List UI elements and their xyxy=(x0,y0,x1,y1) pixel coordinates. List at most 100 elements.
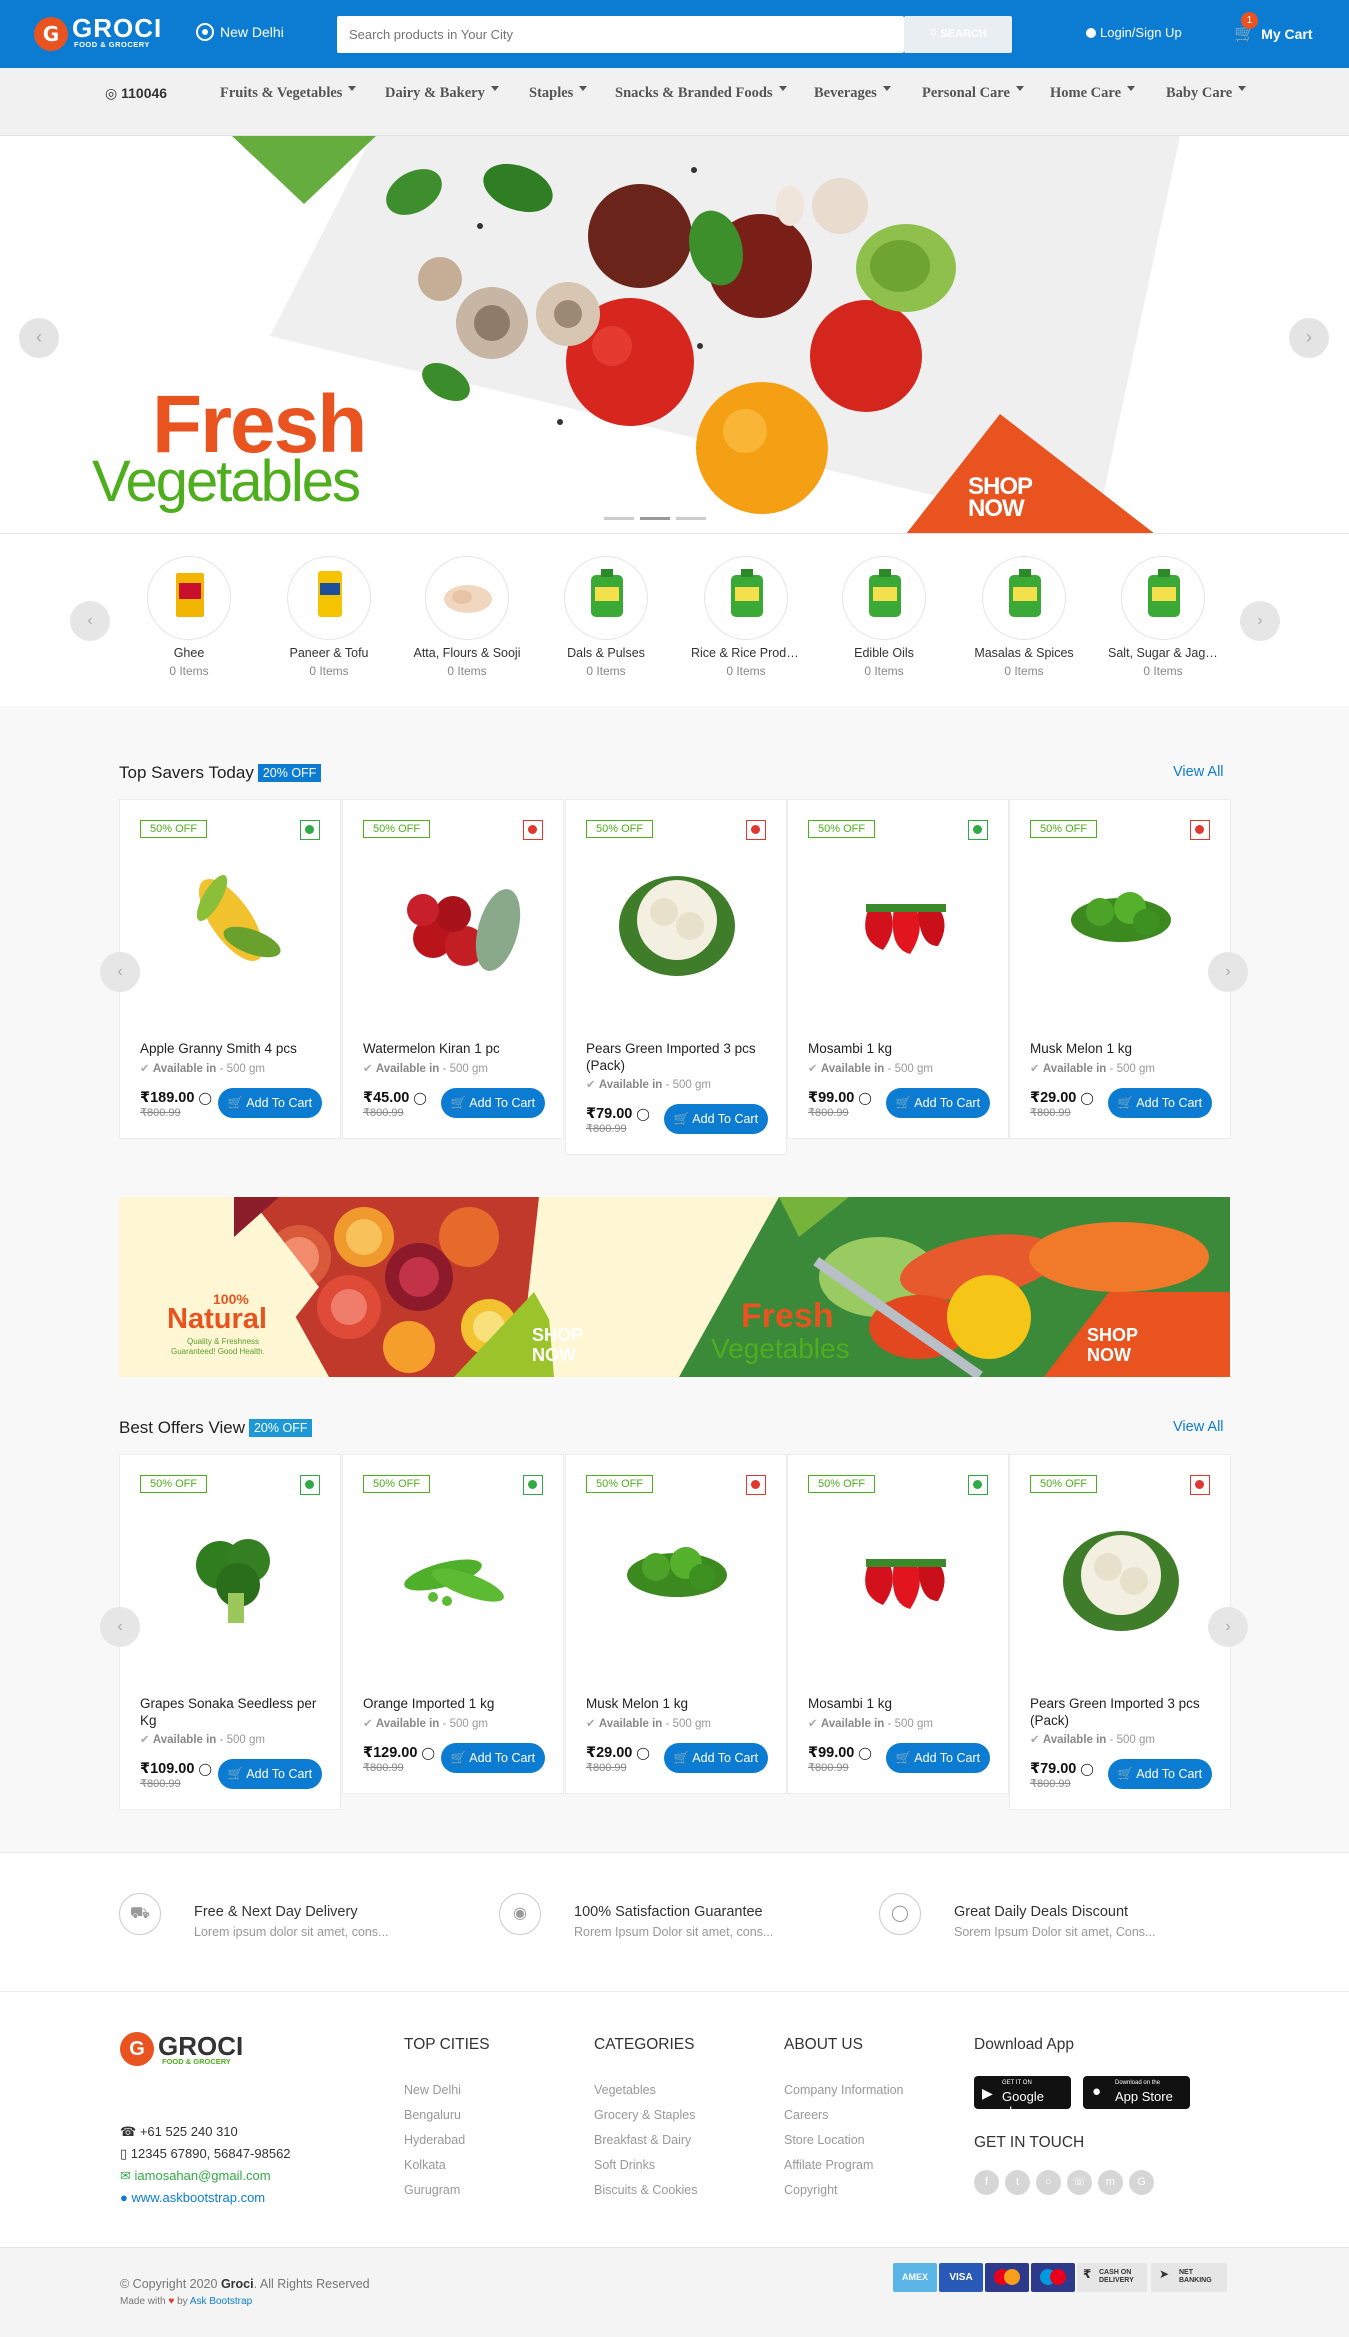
product-image[interactable] xyxy=(160,850,302,990)
promo-shop-now-2[interactable]: SHOP NOW xyxy=(1087,1325,1138,1365)
category-item[interactable]: Masalas & Spices 0 Items xyxy=(969,556,1079,678)
product-card[interactable]: 50% OFF Musk Melon 1 kg ✔ Available in - 5… xyxy=(1009,799,1231,1139)
product-card[interactable]: 50% OFF Pears Green Imported 3 pcs (Pack)… xyxy=(565,799,787,1155)
hero-next-button[interactable]: › xyxy=(1289,318,1329,358)
add-to-cart-button[interactable]: 🛒 Add To Cart xyxy=(441,1743,545,1773)
add-to-cart-button[interactable]: 🛒 Add To Cart xyxy=(1108,1759,1212,1789)
footer-link[interactable]: Careers xyxy=(784,2108,828,2122)
product-name[interactable]: Musk Melon 1 kg xyxy=(1030,1040,1220,1057)
product-name[interactable]: Mosambi 1 kg xyxy=(808,1695,998,1712)
nav-item[interactable]: Baby Care xyxy=(1166,85,1246,102)
product-card[interactable]: 50% OFF Grapes Sonaka Seedless per Kg ✔ Av… xyxy=(119,1454,341,1810)
product-image[interactable] xyxy=(383,850,525,990)
facebook-icon[interactable]: f xyxy=(974,2170,999,2195)
hero-shop-now[interactable]: SHOP NOW xyxy=(968,475,1033,521)
footer-link[interactable]: Affilate Program xyxy=(784,2158,873,2172)
products-prev-button[interactable]: ‹ xyxy=(100,952,140,992)
products-next-button[interactable]: › xyxy=(1208,1607,1248,1647)
category-item[interactable]: Edible Oils 0 Items xyxy=(829,556,939,678)
product-card[interactable]: 50% OFF Apple Granny Smith 4 pcs ✔ Availab… xyxy=(119,799,341,1139)
search-input[interactable] xyxy=(337,16,904,53)
add-to-cart-button[interactable]: 🛒 Add To Cart xyxy=(218,1088,322,1118)
product-image[interactable] xyxy=(828,850,970,990)
instagram-icon[interactable]: ○ xyxy=(1036,2170,1061,2195)
category-item[interactable]: Ghee 0 Items xyxy=(134,556,244,678)
footer-logo-badge[interactable]: G xyxy=(120,2032,154,2066)
product-name[interactable]: Grapes Sonaka Seedless per Kg xyxy=(140,1695,330,1729)
nav-item[interactable]: Snacks & Branded Foods xyxy=(615,85,787,102)
app-store-badge[interactable]: ● Download on the App Store xyxy=(1083,2076,1190,2109)
nav-item[interactable]: Dairy & Bakery xyxy=(385,85,499,102)
footer-link[interactable]: Soft Drinks xyxy=(594,2158,655,2172)
footer-link[interactable]: Biscuits & Cookies xyxy=(594,2183,698,2197)
product-name[interactable]: Musk Melon 1 kg xyxy=(586,1695,776,1712)
category-prev-button[interactable]: ‹ xyxy=(70,601,110,641)
footer-link[interactable]: Grocery & Staples xyxy=(594,2108,695,2122)
footer-link[interactable]: Copyright xyxy=(784,2183,838,2197)
footer-link[interactable]: Vegetables xyxy=(594,2083,656,2097)
google-play-badge[interactable]: ▶ GET IT ON Google play xyxy=(974,2076,1071,2119)
category-item[interactable]: Atta, Flours & Sooji 0 Items xyxy=(412,556,522,678)
add-to-cart-button[interactable]: 🛒 Add To Cart xyxy=(664,1104,768,1134)
category-item[interactable]: Dals & Pulses 0 Items xyxy=(551,556,661,678)
footer-email[interactable]: ✉ iamosahan@gmail.com xyxy=(120,2168,271,2184)
nav-item[interactable]: Staples xyxy=(529,85,587,102)
product-name[interactable]: Watermelon Kiran 1 pc xyxy=(363,1040,553,1057)
products-next-button[interactable]: › xyxy=(1208,952,1248,992)
footer-link[interactable]: Gurugram xyxy=(404,2183,460,2197)
footer-link[interactable]: Breakfast & Dairy xyxy=(594,2133,691,2147)
product-name[interactable]: Orange Imported 1 kg xyxy=(363,1695,553,1712)
footer-link[interactable]: Kolkata xyxy=(404,2158,446,2172)
view-all-link[interactable]: View All xyxy=(1173,1419,1224,1435)
footer-website[interactable]: ● www.askbootstrap.com xyxy=(120,2190,265,2205)
footer-link[interactable]: New Delhi xyxy=(404,2083,461,2097)
promo-shop-now-1[interactable]: SHOP NOW xyxy=(532,1325,583,1365)
product-image[interactable] xyxy=(160,1505,302,1645)
login-link[interactable]: Login/Sign Up xyxy=(1086,25,1182,40)
product-card[interactable]: 50% OFF Mosambi 1 kg ✔ Available in - 500 … xyxy=(787,1454,1009,1794)
twitter-icon[interactable]: t xyxy=(1005,2170,1030,2195)
footer-link[interactable]: Bengaluru xyxy=(404,2108,461,2122)
made-by-link[interactable]: Ask Bootstrap xyxy=(190,2296,252,2307)
view-all-link[interactable]: View All xyxy=(1173,764,1224,780)
add-to-cart-button[interactable]: 🛒 Add To Cart xyxy=(886,1088,990,1118)
product-card[interactable]: 50% OFF Musk Melon 1 kg ✔ Available in - 5… xyxy=(565,1454,787,1794)
product-name[interactable]: Apple Granny Smith 4 pcs xyxy=(140,1040,330,1057)
location-selector[interactable]: New Delhi xyxy=(196,23,284,41)
product-name[interactable]: Pears Green Imported 3 pcs (Pack) xyxy=(1030,1695,1220,1729)
category-item[interactable]: Paneer & Tofu 0 Items xyxy=(274,556,384,678)
product-image[interactable] xyxy=(1050,850,1192,990)
nav-item[interactable]: Fruits & Vegetables xyxy=(220,85,356,102)
search-button[interactable]: ⚲ SEARCH xyxy=(904,16,1012,53)
products-prev-button[interactable]: ‹ xyxy=(100,1607,140,1647)
product-image[interactable] xyxy=(606,850,748,990)
product-card[interactable]: 50% OFF Orange Imported 1 kg ✔ Available i… xyxy=(342,1454,564,1794)
category-item[interactable]: Salt, Sugar & Jagg... 0 Items xyxy=(1108,556,1218,678)
add-to-cart-button[interactable]: 🛒 Add To Cart xyxy=(1108,1088,1212,1118)
nav-item[interactable]: Home Care xyxy=(1050,85,1135,102)
product-name[interactable]: Mosambi 1 kg xyxy=(808,1040,998,1057)
add-to-cart-button[interactable]: 🛒 Add To Cart xyxy=(886,1743,990,1773)
product-image[interactable] xyxy=(1050,1505,1192,1645)
whatsapp-icon[interactable]: ☏ xyxy=(1067,2170,1092,2195)
product-card[interactable]: 50% OFF Pears Green Imported 3 pcs (Pack)… xyxy=(1009,1454,1231,1810)
product-card[interactable]: 50% OFF Watermelon Kiran 1 pc ✔ Available … xyxy=(342,799,564,1139)
nav-item[interactable]: Personal Care xyxy=(922,85,1024,102)
product-image[interactable] xyxy=(383,1505,525,1645)
add-to-cart-button[interactable]: 🛒 Add To Cart xyxy=(664,1743,768,1773)
footer-link[interactable]: Company Information xyxy=(784,2083,904,2097)
add-to-cart-button[interactable]: 🛒 Add To Cart xyxy=(441,1088,545,1118)
category-next-button[interactable]: › xyxy=(1240,601,1280,641)
hero-prev-button[interactable]: ‹ xyxy=(19,318,59,358)
category-item[interactable]: Rice & Rice Produ... 0 Items xyxy=(691,556,801,678)
add-to-cart-button[interactable]: 🛒 Add To Cart xyxy=(218,1759,322,1789)
product-image[interactable] xyxy=(828,1505,970,1645)
google-plus-icon[interactable]: G xyxy=(1129,2170,1154,2195)
product-card[interactable]: 50% OFF Mosambi 1 kg ✔ Available in - 500 … xyxy=(787,799,1009,1139)
footer-link[interactable]: Hyderabad xyxy=(404,2133,465,2147)
messenger-icon[interactable]: m xyxy=(1098,2170,1123,2195)
product-image[interactable] xyxy=(606,1505,748,1645)
promo-banner[interactable]: 100% Natural Quality & Freshness Guarant… xyxy=(119,1197,1230,1377)
nav-item[interactable]: Beverages xyxy=(814,85,891,102)
product-name[interactable]: Pears Green Imported 3 pcs (Pack) xyxy=(586,1040,776,1074)
